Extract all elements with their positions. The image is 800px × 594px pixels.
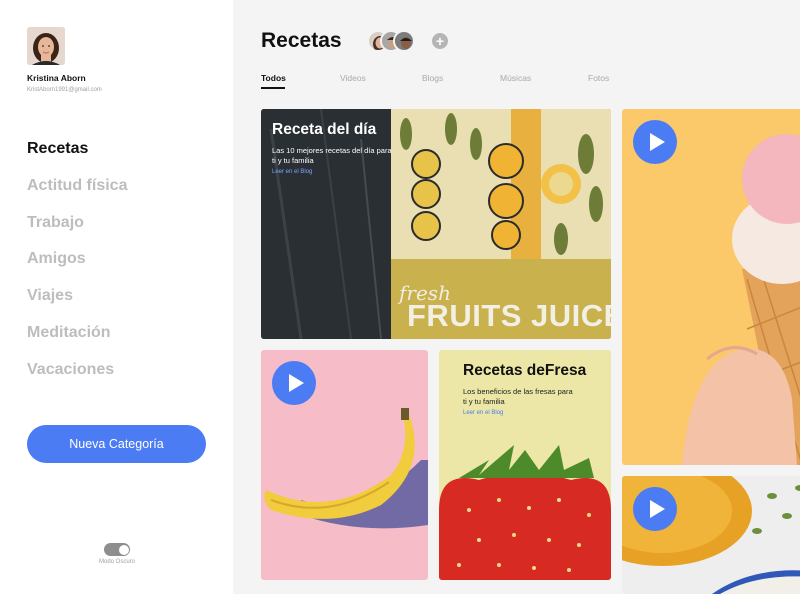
card-title: Receta del día (272, 121, 377, 138)
card-video-helado[interactable] (622, 109, 800, 465)
image-text-fruits-juice: FRUITS JUICE (407, 298, 611, 333)
tab-todos[interactable]: Todos (261, 73, 286, 83)
tab-fotos[interactable]: Fotos (588, 73, 609, 83)
sidebar-item-vacaciones[interactable]: Vacaciones (27, 360, 127, 397)
card-description: Los beneficios de las fresas para ti y t… (463, 387, 573, 406)
collaborator-avatars (367, 30, 427, 52)
play-button[interactable] (633, 120, 677, 164)
tab-blogs[interactable]: Blogs (422, 73, 443, 83)
collaborator-avatar[interactable] (393, 30, 415, 52)
read-blog-link[interactable]: Leer en el Blog (272, 169, 312, 175)
sidebar-item-actitud-fisica[interactable]: Actitud física (27, 176, 127, 213)
strawberry-image (439, 350, 611, 580)
toggle-knob (118, 544, 129, 555)
sidebar-item-viajes[interactable]: Viajes (27, 286, 127, 323)
card-recetas-fresa[interactable]: Recetas deFresa Los beneficios de las fr… (439, 350, 611, 580)
card-description: Las 10 mejores recetas del día para ti y… (272, 146, 392, 165)
avatar[interactable] (27, 27, 65, 65)
sidebar-item-trabajo[interactable]: Trabajo (27, 213, 127, 250)
tab-bar: Todos Videos Blogs Músicas Fotos (261, 73, 641, 93)
add-collaborator-button[interactable]: + (432, 33, 448, 49)
page-title: Recetas (261, 29, 342, 52)
user-name: Kristina Aborn (27, 73, 86, 83)
card-title: Recetas deFresa (463, 362, 587, 379)
sidebar-item-amigos[interactable]: Amigos (27, 249, 127, 286)
sidebar: Kristina Aborn KristAborn1991@gmail.com … (0, 0, 233, 594)
sidebar-item-recetas[interactable]: Recetas (27, 139, 127, 176)
dark-mode-label: Modo Oscuro (98, 559, 135, 565)
tab-videos[interactable]: Videos (340, 73, 366, 83)
card-receta-del-dia[interactable]: fresh FRUITS JUICE Receta del día Las 10… (261, 109, 611, 339)
tab-musicas[interactable]: Músicas (500, 73, 531, 83)
read-blog-link[interactable]: Leer en el Blog (463, 410, 503, 416)
user-email: KristAborn1991@gmail.com (27, 87, 102, 93)
dark-mode-toggle[interactable] (104, 543, 130, 556)
play-button[interactable] (633, 487, 677, 531)
sidebar-nav: Recetas Actitud física Trabajo Amigos Vi… (27, 139, 127, 397)
active-tab-indicator (261, 87, 285, 89)
new-category-button[interactable]: Nueva Categoría (27, 425, 206, 463)
card-video-sopa[interactable] (622, 476, 800, 594)
card-video-banana[interactable] (261, 350, 428, 580)
play-button[interactable] (272, 361, 316, 405)
sidebar-item-meditacion[interactable]: Meditación (27, 323, 127, 360)
